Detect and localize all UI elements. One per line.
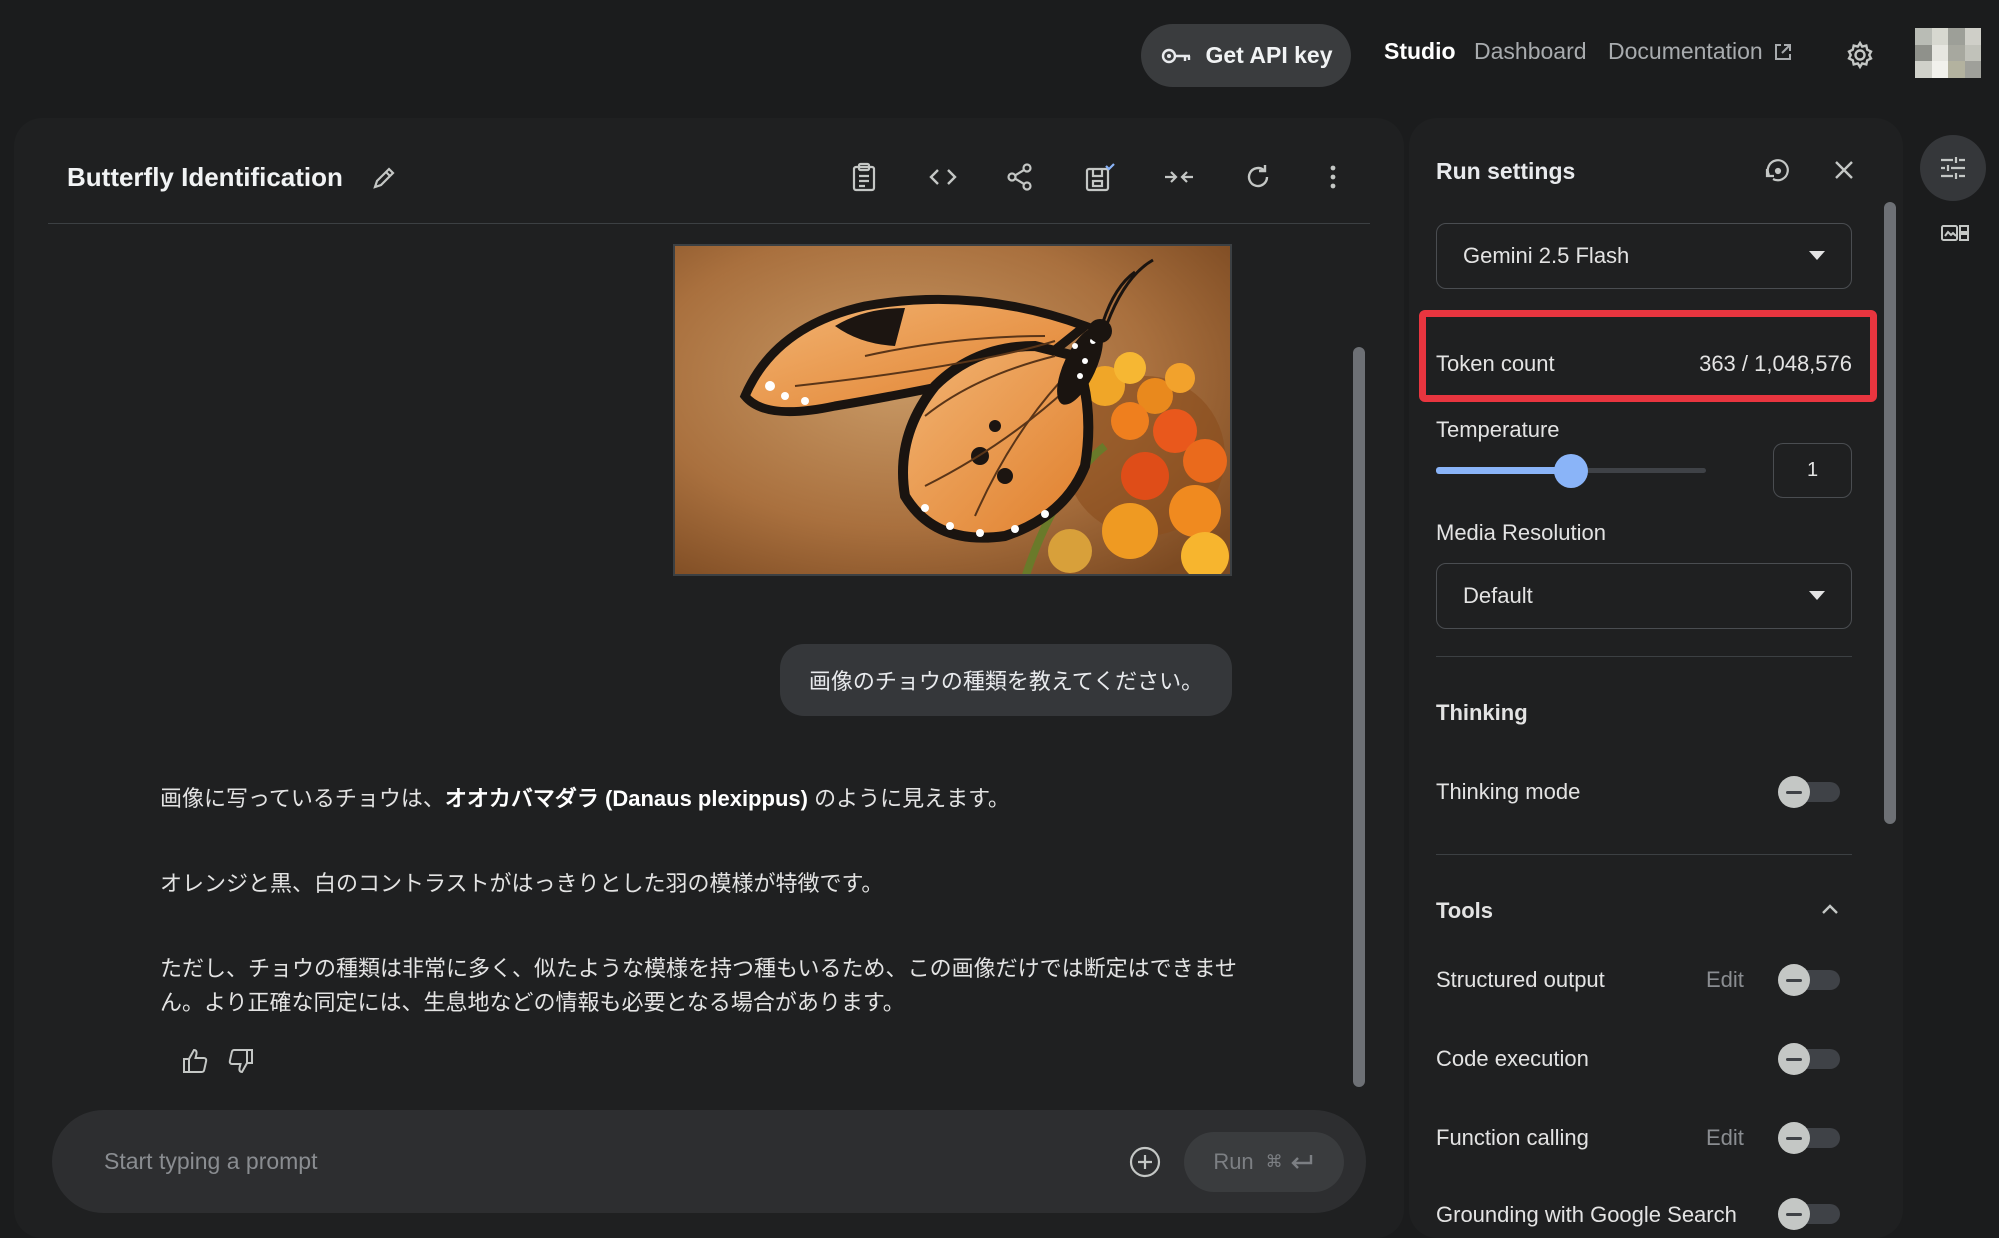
function-calling-toggle[interactable]	[1778, 1122, 1840, 1154]
get-api-key-label: Get API key	[1205, 42, 1333, 68]
avatar[interactable]	[1915, 28, 1981, 78]
temperature-input[interactable]	[1773, 443, 1852, 498]
dropdown-caret-icon	[1809, 591, 1825, 600]
grounding-google-search-toggle[interactable]	[1778, 1198, 1840, 1230]
structured-output-label: Structured output	[1436, 967, 1605, 992]
function-calling-edit-link[interactable]: Edit	[1706, 1125, 1744, 1151]
response-text: 画像に写っているチョウは、	[160, 786, 445, 811]
response-text: のように見えます。	[807, 786, 1010, 811]
nav-documentation[interactable]: Documentation	[1608, 38, 1793, 65]
chat-scrollbar[interactable]	[1353, 347, 1365, 1087]
key-icon	[1160, 46, 1192, 66]
chevron-up-icon[interactable]	[1820, 902, 1840, 916]
pencil-icon[interactable]	[370, 164, 398, 192]
command-key: ⌘	[1265, 1152, 1283, 1171]
share-icon[interactable]	[1005, 162, 1035, 192]
clipboard-icon[interactable]	[850, 162, 878, 192]
media-resolution-value: Default	[1463, 583, 1533, 608]
tools-section-title: Tools	[1436, 898, 1494, 923]
thinking-mode-label: Thinking mode	[1436, 779, 1581, 804]
thumbs-up-icon[interactable]	[180, 1046, 210, 1076]
response-species-name: オオカバマダラ (Danaus plexippus)	[444, 786, 808, 811]
nav-dashboard[interactable]: Dashboard	[1474, 38, 1587, 65]
section-divider	[1436, 854, 1852, 855]
tune-settings-button[interactable]	[1920, 135, 1986, 201]
grounding-google-search-label: Grounding with Google Search	[1436, 1202, 1737, 1227]
code-icon[interactable]	[927, 162, 959, 192]
header-divider	[48, 223, 1370, 224]
token-count-value: 363 / 1,048,576	[1699, 351, 1852, 376]
nav-studio[interactable]: Studio	[1384, 38, 1456, 65]
code-execution-toggle[interactable]	[1778, 1043, 1840, 1075]
temperature-label: Temperature	[1436, 417, 1560, 442]
model-select[interactable]: Gemini 2.5 Flash	[1436, 223, 1852, 289]
uploaded-butterfly-image[interactable]	[673, 244, 1232, 576]
run-label: Run	[1213, 1149, 1254, 1174]
token-count-label: Token count	[1436, 351, 1555, 376]
external-link-icon	[1773, 42, 1793, 62]
thinking-mode-toggle[interactable]	[1778, 776, 1840, 808]
temperature-slider-handle[interactable]	[1554, 454, 1588, 488]
section-divider	[1436, 656, 1852, 657]
compare-icon[interactable]	[1163, 162, 1195, 192]
model-response-paragraph: 画像に写っているチョウは、オオカバマダラ (Danaus plexippus) …	[160, 782, 1240, 816]
temperature-slider-fill	[1436, 467, 1571, 474]
prompt-title: Butterfly Identification	[67, 162, 343, 192]
get-api-key-button[interactable]: Get API key	[1141, 24, 1351, 87]
gear-icon[interactable]	[1845, 40, 1875, 70]
model-response-paragraph: オレンジと黒、白のコントラストがはっきりとした羽の模様が特徴です。	[160, 871, 884, 896]
structured-output-edit-link[interactable]: Edit	[1706, 967, 1744, 993]
user-message: 画像のチョウの種類を教えてください。	[780, 644, 1232, 716]
run-button[interactable]: Run ⌘	[1184, 1132, 1344, 1192]
refresh-icon[interactable]	[1243, 162, 1273, 192]
run-shortcut: ⌘	[1266, 1152, 1315, 1172]
structured-output-toggle[interactable]	[1778, 964, 1840, 996]
thinking-section-title: Thinking	[1436, 700, 1528, 725]
media-resolution-label: Media Resolution	[1436, 520, 1606, 545]
close-icon[interactable]	[1832, 158, 1856, 182]
compare-mode-icon[interactable]	[1940, 222, 1970, 246]
run-settings-title: Run settings	[1436, 158, 1576, 184]
save-icon[interactable]	[1084, 162, 1116, 194]
code-execution-label: Code execution	[1436, 1046, 1589, 1071]
add-media-icon[interactable]	[1128, 1145, 1162, 1179]
model-response-paragraph: ただし、チョウの種類は非常に多く、似たような模様を持つ種もいるため、この画像だけ…	[160, 956, 1237, 1015]
reset-settings-icon[interactable]	[1763, 156, 1793, 186]
media-resolution-select[interactable]: Default	[1436, 563, 1852, 629]
dropdown-caret-icon	[1809, 251, 1825, 260]
model-select-value: Gemini 2.5 Flash	[1463, 243, 1630, 268]
nav-documentation-label: Documentation	[1608, 38, 1763, 64]
more-icon[interactable]	[1328, 162, 1338, 192]
settings-scrollbar[interactable]	[1884, 202, 1896, 824]
tune-icon	[1939, 155, 1967, 181]
function-calling-label: Function calling	[1436, 1125, 1589, 1150]
prompt-input[interactable]	[104, 1148, 1004, 1175]
enter-icon	[1290, 1155, 1312, 1169]
thumbs-down-icon[interactable]	[226, 1046, 256, 1076]
